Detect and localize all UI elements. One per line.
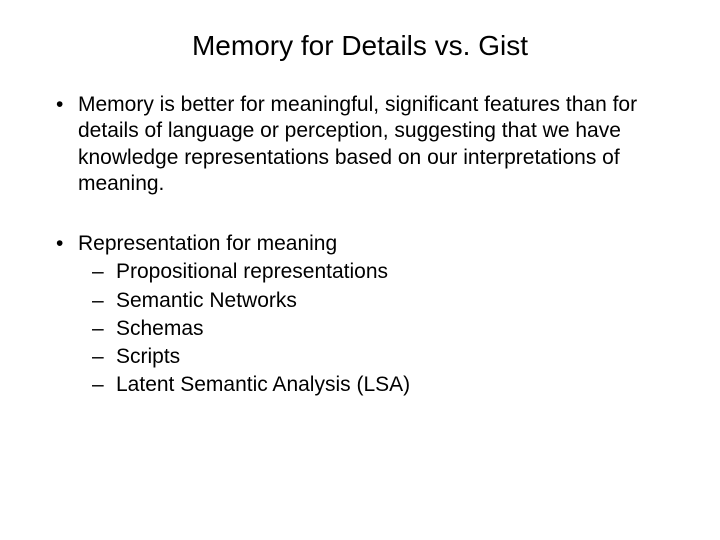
bullet-item: Memory is better for meaningful, signifi… <box>50 92 670 197</box>
slide: Memory for Details vs. Gist Memory is be… <box>0 0 720 540</box>
bullet-text: Representation for meaning <box>78 232 337 255</box>
sub-bullet-text: Latent Semantic Analysis (LSA) <box>116 373 410 396</box>
sub-bullet-item: Semantic Networks <box>78 288 670 314</box>
bullet-list: Memory is better for meaningful, signifi… <box>50 92 670 399</box>
sub-bullet-item: Schemas <box>78 316 670 342</box>
sub-bullet-item: Scripts <box>78 344 670 370</box>
sub-bullet-text: Scripts <box>116 345 180 368</box>
bullet-item: Representation for meaning Propositional… <box>50 231 670 399</box>
sub-bullet-text: Semantic Networks <box>116 289 297 312</box>
sub-bullet-item: Propositional representations <box>78 259 670 285</box>
bullet-text: Memory is better for meaningful, signifi… <box>78 93 637 195</box>
sub-bullet-text: Propositional representations <box>116 260 388 283</box>
sub-bullet-list: Propositional representations Semantic N… <box>78 259 670 398</box>
sub-bullet-item: Latent Semantic Analysis (LSA) <box>78 372 670 398</box>
sub-bullet-text: Schemas <box>116 317 204 340</box>
slide-title: Memory for Details vs. Gist <box>50 30 670 62</box>
